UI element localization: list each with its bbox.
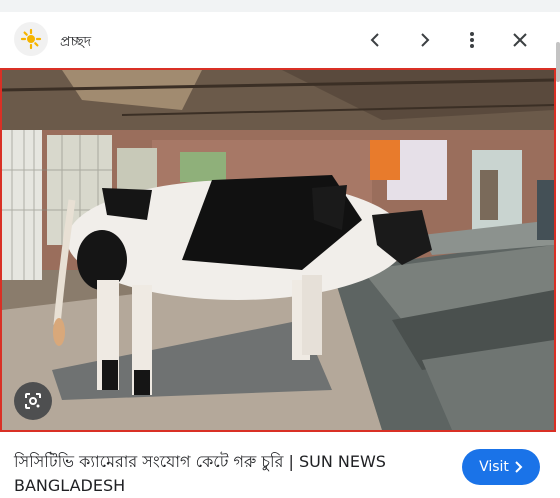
google-lens-icon [25, 393, 41, 409]
viewer-header: প্রচ্ছদ [0, 0, 560, 82]
close-button[interactable] [506, 26, 534, 54]
chevron-left-icon [370, 33, 379, 47]
more-options-button[interactable] [458, 26, 486, 54]
next-button[interactable] [410, 26, 438, 54]
cow-in-shed-photo [2, 70, 554, 430]
close-icon [513, 33, 527, 47]
preview-image[interactable] [0, 68, 556, 432]
image-caption[interactable]: সিসিটিভি ক্যামেরার সংযোগ কেটে গরু চুরি |… [14, 450, 444, 498]
sun-logo-icon [20, 28, 42, 50]
site-logo [14, 22, 48, 56]
chevron-right-icon [421, 33, 430, 47]
visit-button-label: Visit [479, 459, 509, 475]
scrollbar[interactable] [556, 42, 560, 82]
visit-button[interactable]: Visit [462, 449, 540, 485]
google-lens-button[interactable] [14, 382, 52, 420]
more-vert-icon [470, 32, 474, 48]
site-title: প্রচ্ছদ [60, 34, 92, 50]
previous-button[interactable] [362, 26, 390, 54]
chevron-right-icon [515, 461, 523, 473]
